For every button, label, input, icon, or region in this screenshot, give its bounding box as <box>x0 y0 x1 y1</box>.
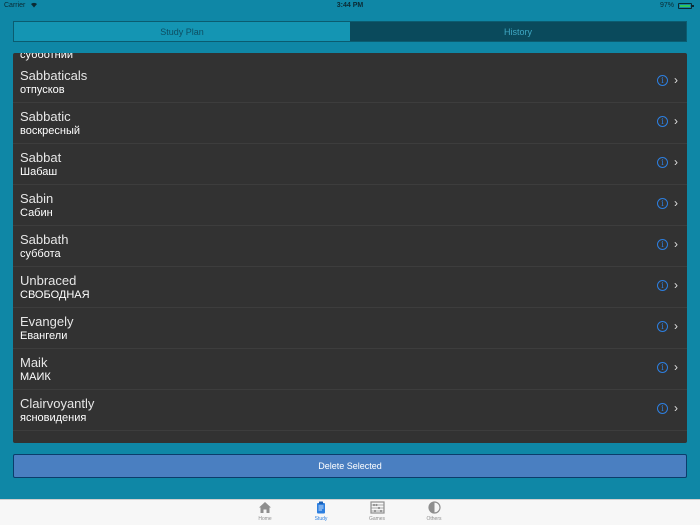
translation-label: ясновидения <box>20 412 87 424</box>
status-bar: Carrier 3:44 PM 97% <box>0 0 700 12</box>
battery-percent: 97% <box>659 2 674 9</box>
info-icon[interactable]: i <box>657 362 668 373</box>
clock: 3:44 PM <box>336 2 364 9</box>
info-icon[interactable]: i <box>657 321 668 332</box>
translation-label: отпусков <box>20 84 65 96</box>
word-label: Clairvoyantly <box>20 396 95 411</box>
info-icon[interactable]: i <box>657 239 668 250</box>
tab-label: Games <box>368 516 386 522</box>
tab-others[interactable]: Others <box>414 501 454 522</box>
chevron-right-icon: › <box>674 196 678 210</box>
clipboard-icon <box>301 501 341 515</box>
info-icon[interactable]: i <box>657 403 668 414</box>
history-word-list[interactable]: субботний Sabbaticals отпусков i › Sabba… <box>13 53 687 443</box>
info-icon[interactable]: i <box>657 198 668 209</box>
translation-label: Евангели <box>20 330 68 342</box>
info-icon[interactable]: i <box>657 75 668 86</box>
delete-selected-button[interactable]: Delete Selected <box>13 454 687 478</box>
list-item[interactable]: Sabbath суббота i › <box>13 226 687 267</box>
word-label: Evangely <box>20 314 74 329</box>
study-history-segmented-control: Study Plan History <box>13 21 687 42</box>
chevron-right-icon: › <box>674 155 678 169</box>
tab-bar: Home Study Games Others <box>0 499 700 525</box>
chevron-right-icon: › <box>674 237 678 251</box>
list-item[interactable]: Maik МАИК i › <box>13 349 687 390</box>
chevron-right-icon: › <box>674 401 678 415</box>
word-label: Sabbath <box>20 232 69 247</box>
abacus-icon <box>357 501 397 515</box>
house-icon <box>245 501 285 515</box>
info-icon[interactable]: i <box>657 116 668 127</box>
word-label: Sabbatic <box>20 109 71 124</box>
list-item[interactable]: Sabin Сабин i › <box>13 185 687 226</box>
info-icon[interactable]: i <box>657 157 668 168</box>
chevron-right-icon: › <box>674 319 678 333</box>
list-item[interactable]: Sabbat Шабаш i › <box>13 144 687 185</box>
battery-icon <box>678 3 694 9</box>
chevron-right-icon: › <box>674 360 678 374</box>
tab-label: Others <box>426 516 442 522</box>
segment-history[interactable]: History <box>350 22 686 41</box>
word-label: Unbraced <box>20 273 77 288</box>
tab-label: Home <box>258 516 272 522</box>
chevron-right-icon: › <box>674 278 678 292</box>
word-label: Maik <box>20 355 48 370</box>
list-item[interactable]: Sabbaticals отпусков i › <box>13 62 687 103</box>
translation-label: воскресный <box>20 125 81 137</box>
tab-home[interactable]: Home <box>245 501 285 522</box>
chevron-right-icon: › <box>674 114 678 128</box>
word-label: Sabbaticals <box>20 68 88 83</box>
partial-list-item: субботний <box>20 53 74 61</box>
word-label: Sabin <box>20 191 54 206</box>
info-icon[interactable]: i <box>657 280 668 291</box>
tab-study[interactable]: Study <box>301 501 341 522</box>
translation-label: СВОБОДНАЯ <box>20 289 90 301</box>
word-label: Sabbat <box>20 150 62 165</box>
half-circle-icon <box>414 501 454 515</box>
translation-label: МАИК <box>20 371 51 383</box>
translation-label: Сабин <box>20 207 53 219</box>
segment-study-plan[interactable]: Study Plan <box>14 22 350 41</box>
list-item[interactable]: Clairvoyantly ясновидения i › <box>13 390 687 431</box>
list-item[interactable]: Sabbatic воскресный i › <box>13 103 687 144</box>
tab-games[interactable]: Games <box>357 501 397 522</box>
chevron-right-icon: › <box>674 73 678 87</box>
list-item[interactable]: Evangely Евангели i › <box>13 308 687 349</box>
translation-label: Шабаш <box>20 166 58 178</box>
list-item[interactable]: Unbraced СВОБОДНАЯ i › <box>13 267 687 308</box>
tab-label: Study <box>314 516 328 522</box>
translation-label: суббота <box>20 248 61 260</box>
